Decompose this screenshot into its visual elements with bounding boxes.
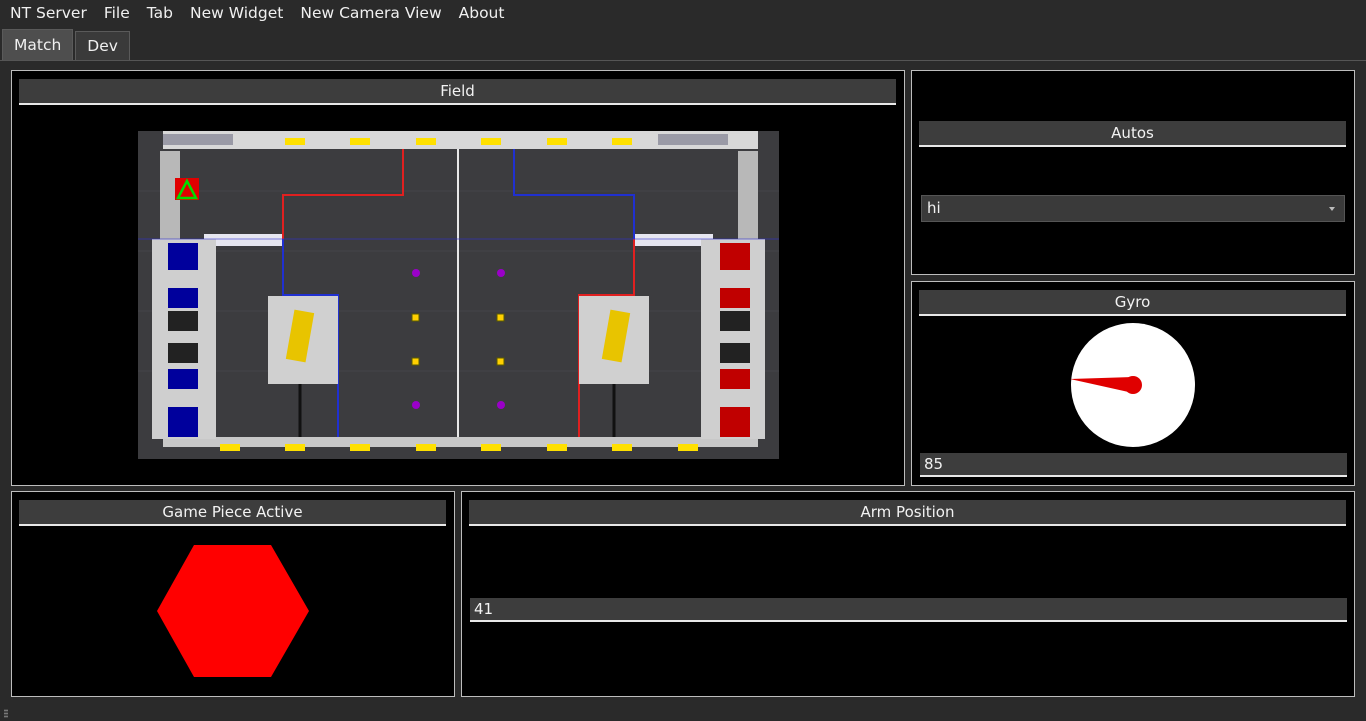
status-bar (0, 705, 1366, 721)
menu-tab[interactable]: Tab (137, 0, 180, 27)
menu-new-camera-view[interactable]: New Camera View (290, 0, 448, 27)
autos-dropdown[interactable]: hi (921, 195, 1345, 222)
arm-position-title: Arm Position (469, 500, 1346, 526)
autos-title: Autos (919, 121, 1346, 147)
tab-bar: Match Dev (0, 28, 1366, 60)
menu-about[interactable]: About (449, 0, 512, 27)
field-title: Field (19, 79, 896, 105)
autos-widget: Autos hi (911, 70, 1355, 275)
field-map (138, 131, 779, 459)
resize-grip-icon[interactable] (4, 709, 8, 718)
chevron-down-icon (1329, 207, 1335, 211)
game-piece-widget: Game Piece Active (11, 491, 455, 697)
tab-match[interactable]: Match (2, 29, 74, 60)
menu-bar: NT Server File Tab New Widget New Camera… (0, 0, 1366, 27)
tab-dev[interactable]: Dev (75, 31, 130, 60)
hexagon-indicator (157, 545, 309, 677)
menu-file[interactable]: File (94, 0, 137, 27)
gyro-title: Gyro (919, 290, 1346, 316)
autos-selected-value: hi (927, 199, 941, 217)
arm-position-widget: Arm Position 41 (461, 491, 1355, 697)
gyro-widget: Gyro 85 (911, 281, 1355, 486)
menu-nt-server[interactable]: NT Server (0, 0, 94, 27)
gyro-dial (1070, 323, 1195, 447)
gyro-value: 85 (920, 453, 1347, 477)
menu-new-widget[interactable]: New Widget (180, 0, 290, 27)
game-piece-title: Game Piece Active (19, 500, 446, 526)
arm-position-value: 41 (470, 598, 1347, 622)
field-widget: Field (11, 70, 905, 486)
